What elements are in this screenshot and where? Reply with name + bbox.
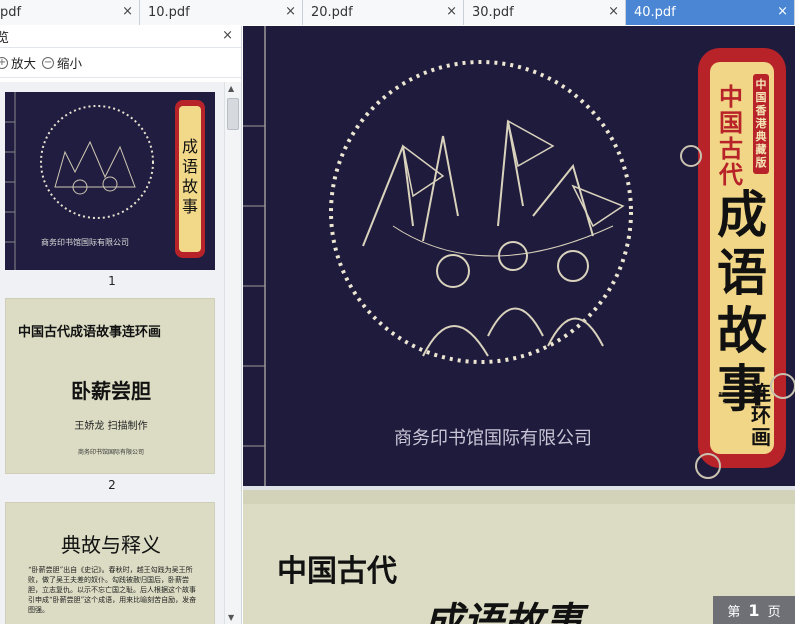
- thumbnail-series: 中国古代成语故事连环画: [18, 325, 162, 340]
- close-icon[interactable]: ×: [777, 4, 788, 19]
- tab-40-pdf[interactable]: 40.pdf ×: [626, 0, 795, 25]
- svg-text:成: 成: [182, 137, 198, 156]
- tab-pdf[interactable]: pdf ×: [0, 0, 140, 25]
- tab-label: 10.pdf: [148, 5, 190, 20]
- zoom-in-button[interactable]: + 放大: [0, 53, 36, 72]
- tab-label: 20.pdf: [311, 5, 353, 20]
- thumbnail-heading: 典故与释义: [61, 533, 161, 557]
- tab-20-pdf[interactable]: 20.pdf ×: [303, 0, 464, 25]
- close-icon[interactable]: ×: [222, 28, 233, 43]
- cover-story: 卧薪尝胆: [715, 386, 725, 433]
- zoom-out-label: 缩小: [57, 56, 83, 71]
- tab-10-pdf[interactable]: 10.pdf ×: [140, 0, 303, 25]
- thumbnail-title: 卧薪尝胆: [71, 379, 151, 403]
- svg-text:语: 语: [182, 157, 198, 176]
- document-viewer[interactable]: 中国香港典藏版 中国古代 成语故事 连环画 卧薪尝胆 商务印书馆国际有限公司 中…: [243, 26, 795, 624]
- thumbnail-credit: 王娇龙 扫描制作: [74, 421, 148, 432]
- page-indicator-prefix: 第: [727, 604, 741, 620]
- thumbnail-body: “卧薪尝胆”出自《史记》。春秋时，越王勾践为吴王所败，做了吴王夫差的奴仆。勾践被…: [28, 566, 197, 614]
- scroll-down-icon[interactable]: ▼: [228, 613, 234, 622]
- tab-label: 40.pdf: [634, 5, 676, 20]
- scroll-up-icon[interactable]: ▲: [228, 84, 234, 93]
- close-icon[interactable]: ×: [285, 4, 296, 19]
- close-icon[interactable]: ×: [122, 4, 133, 19]
- cover-badge: 中国香港典藏版: [755, 78, 767, 169]
- zoom-out-icon: −: [42, 56, 55, 69]
- zoom-out-button[interactable]: − 缩小: [42, 53, 82, 72]
- cover-subtitle: 连环画: [751, 381, 771, 449]
- panel-title: 览: [0, 31, 10, 46]
- thumbnail-publisher: 商务印书馆国际有限公司: [41, 238, 129, 247]
- thumbnail-scrollbar[interactable]: ▲ ▼: [224, 82, 241, 624]
- tab-bar: pdf × 10.pdf × 20.pdf × 30.pdf × 40.pdf …: [0, 0, 795, 25]
- zoom-toolbar: + 放大 − 缩小: [0, 48, 241, 78]
- thumbnail-panel: 览 × + 放大 − 缩小 成 语 故 事 商务印书馆国际有限公司 1 中国古代…: [0, 26, 242, 624]
- tab-label: 30.pdf: [472, 5, 514, 20]
- cover-publisher: 商务印书馆国际有限公司: [394, 428, 592, 449]
- svg-text:事: 事: [182, 197, 198, 216]
- close-icon[interactable]: ×: [446, 4, 457, 19]
- page-2-series-line2: 成语故事: [423, 600, 583, 624]
- thumbnail-publisher: 商务印书馆国际有限公司: [77, 449, 144, 456]
- tab-30-pdf[interactable]: 30.pdf ×: [464, 0, 626, 25]
- panel-header: 览 ×: [0, 26, 241, 48]
- thumbnail-page-2[interactable]: 中国古代成语故事连环画 卧薪尝胆 王娇龙 扫描制作 商务印书馆国际有限公司: [5, 298, 215, 474]
- page-indicator-number: 1: [748, 600, 760, 620]
- close-icon[interactable]: ×: [608, 4, 619, 19]
- page-number-label: 2: [108, 478, 116, 492]
- svg-text:故: 故: [182, 177, 198, 196]
- page-1-cover: 中国香港典藏版 中国古代 成语故事 连环画 卧薪尝胆 商务印书馆国际有限公司: [243, 26, 795, 486]
- tab-label: pdf: [0, 5, 22, 20]
- page-number-label: 1: [108, 274, 116, 288]
- thumbnail-page-1[interactable]: 成 语 故 事 商务印书馆国际有限公司: [5, 92, 215, 270]
- page-2-series-line1: 中国古代: [277, 554, 397, 589]
- zoom-in-icon: +: [0, 56, 8, 69]
- page-indicator-suffix: 页: [767, 604, 781, 620]
- cover-series: 中国古代: [719, 83, 743, 189]
- scroll-thumb[interactable]: [227, 98, 239, 130]
- thumbnail-list: 成 语 故 事 商务印书馆国际有限公司 1 中国古代成语故事连环画 卧薪尝胆 王…: [0, 82, 224, 624]
- thumbnail-page-3[interactable]: 典故与释义 “卧薪尝胆”出自《史记》。春秋时，越王勾践为吴王所败，做了吴王夫差的…: [5, 502, 215, 624]
- zoom-in-label: 放大: [11, 56, 37, 71]
- page-indicator: 第 1 页: [713, 596, 795, 624]
